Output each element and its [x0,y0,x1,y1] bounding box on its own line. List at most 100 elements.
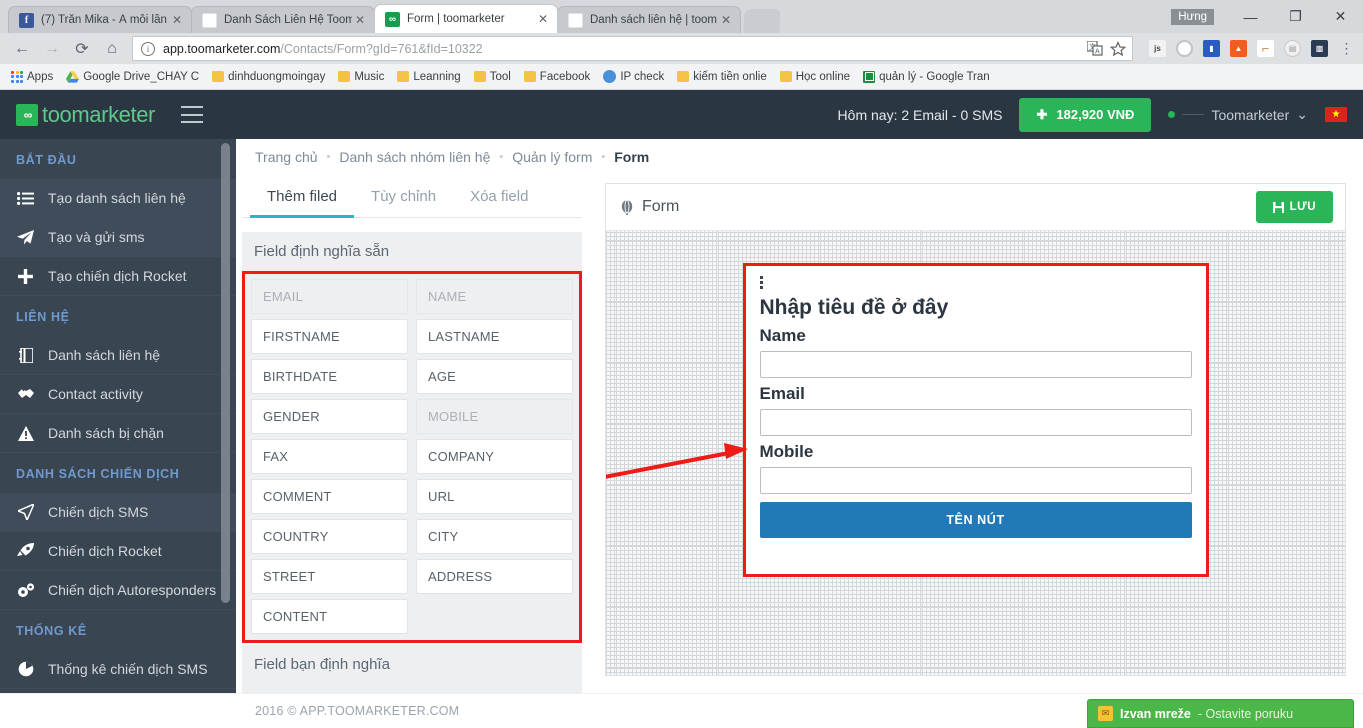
bookmark-apps[interactable]: Apps [6,69,58,85]
save-button[interactable]: LƯU [1255,191,1333,224]
sidebar-item-autoresponders-campaign[interactable]: Chiến dịch Autoresponders [0,571,236,610]
maximize-icon[interactable]: ❐ [1273,0,1318,33]
sidebar-scrollbar[interactable] [221,143,230,603]
close-icon[interactable]: ✕ [535,11,551,27]
bookmark-item[interactable]: Tool [469,69,516,85]
minimize-icon[interactable]: — [1228,0,1273,33]
reload-icon[interactable]: ⟳ [68,35,96,63]
site-info-icon[interactable]: i [141,41,155,56]
field-item[interactable]: URL [416,479,573,515]
archive-icon[interactable]: ▤ [1284,40,1301,57]
browser-tab[interactable]: ∞ Danh sách liên hệ | toom ✕ [557,6,741,33]
target-icon[interactable] [1176,40,1193,57]
sidebar-item-sms-campaign-stats[interactable]: Thống kê chiến dịch SMS [0,650,236,689]
tab-delete-field[interactable]: Xóa field [453,175,545,218]
bookmark-item[interactable]: Music [333,69,389,85]
field-item[interactable]: FAX [251,439,408,475]
chrome-menu-icon[interactable]: ⋮ [1338,40,1355,57]
back-icon[interactable]: ← [8,35,36,63]
user-menu[interactable]: Toomarketer ⌄ [1168,106,1308,123]
footer-copyright: 2016 © APP.TOOMARKETER.COM [255,704,460,718]
window-user-badge[interactable]: Hưng [1171,8,1214,25]
sidebar-item-create-send-sms[interactable]: Tạo và gửi sms [0,218,236,257]
custom-fields-title: Field bạn định nghĩa [242,645,582,685]
home-icon[interactable]: ⌂ [98,35,126,63]
field-item[interactable]: CITY [416,519,573,555]
bookmark-item[interactable]: IP check [598,68,669,85]
form-input-mobile[interactable] [759,467,1192,495]
browser-tab-active[interactable]: ∞ Form | toomarketer ✕ [374,4,558,33]
add-credit-button[interactable]: ✚ 182,920 VNĐ [1019,97,1152,132]
folder-icon [473,71,486,82]
drag-handle-icon[interactable] [759,276,1192,290]
sidebar-item-sms-campaign[interactable]: Chiến dịch SMS [0,493,236,532]
tab-customize[interactable]: Tùy chỉnh [354,175,453,218]
form-input-email[interactable] [759,409,1192,437]
location-arrow-icon [16,504,35,520]
browser-tab[interactable]: f (7) Trăn Mika - À mỗi lần ✕ [8,6,192,33]
browser-tab[interactable]: ∞ Danh Sách Liên Hệ Toom ✕ [191,6,375,33]
form-heading[interactable]: Nhập tiêu đề ở đây [760,296,1192,320]
close-icon[interactable]: ✕ [718,12,734,28]
paper-plane-icon [16,229,35,245]
bookmark-item[interactable]: Leanning [392,69,465,85]
url-input[interactable]: i app.toomarketer.com/Contacts/Form?gId=… [132,36,1133,61]
brand-logo[interactable]: ∞ toomarketer [0,102,236,128]
profile-photo-icon[interactable]: ▩ [1311,40,1328,57]
form-field-label-name[interactable]: Name [760,326,1192,346]
close-icon[interactable]: ✕ [352,12,368,28]
bookmark-item[interactable]: dinhduongmoingay [207,69,330,85]
field-item[interactable]: COUNTRY [251,519,408,555]
sidebar-item-contact-list[interactable]: Danh sách liên hệ [0,336,236,375]
form-card[interactable]: Nhập tiêu đề ở đây Name Email Mobile TÊN… [742,263,1209,578]
field-item[interactable]: FIRSTNAME [251,319,408,355]
close-window-icon[interactable]: ✕ [1318,0,1363,33]
form-input-name[interactable] [759,351,1192,379]
breadcrumb-link-contact-groups[interactable]: Danh sách nhóm liên hệ [339,149,490,165]
field-panel: Thêm filed Tùy chỉnh Xóa field Field địn… [236,175,596,693]
field-item[interactable]: CONTENT [251,599,408,635]
form-submit-button[interactable]: TÊN NÚT [759,502,1192,539]
form-field-label-email[interactable]: Email [760,384,1192,404]
new-tab-button[interactable] [743,9,781,33]
breadcrumb-link-form-management[interactable]: Quản lý form [512,149,592,165]
sidebar-item-blocked-list[interactable]: Danh sách bị chặn [0,414,236,453]
analytics-chart-icon[interactable]: ▲ [1230,40,1247,57]
close-icon[interactable]: ✕ [169,12,185,28]
breadcrumb-link-home[interactable]: Trang chủ [255,149,318,165]
field-item[interactable]: AGE [416,359,573,395]
sidebar-item-label: Chiến dịch Rocket [48,543,162,559]
field-item[interactable]: MOBILE [416,399,573,435]
field-item[interactable]: STREET [251,559,408,595]
translate-icon[interactable]: 文A [1087,41,1103,56]
field-item[interactable]: EMAIL [251,279,408,315]
javascript-toggle-icon[interactable]: js [1149,40,1166,57]
sidebar-item-create-contact-list[interactable]: Tạo danh sách liên hệ [0,179,236,218]
bookmark-item[interactable]: Học online [775,69,855,85]
field-item[interactable]: LASTNAME [416,319,573,355]
field-item[interactable]: NAME [416,279,573,315]
forward-icon[interactable]: → [38,35,66,63]
hamburger-menu-icon[interactable] [180,106,203,123]
handshake-icon [16,387,35,401]
bookmark-item[interactable]: quản lý - Google Tran [858,69,995,85]
field-item[interactable]: COMMENT [251,479,408,515]
sidebar-item-contact-activity[interactable]: Contact activity [0,375,236,414]
language-flag-icon[interactable]: ★ [1325,107,1347,122]
sidebar-item-create-rocket-campaign[interactable]: Tạo chiến dịch Rocket [0,257,236,296]
bookmark-item[interactable]: Google Drive_CHAY C [61,69,204,85]
form-field-label-mobile[interactable]: Mobile [760,442,1192,462]
wrench-icon[interactable]: ⌐ [1257,40,1274,57]
field-item[interactable]: COMPANY [416,439,573,475]
bookmark-item[interactable]: Facebook [519,69,596,85]
tab-add-field[interactable]: Thêm filed [250,175,355,219]
envelope-icon: ✉ [1098,706,1113,721]
field-item[interactable]: GENDER [251,399,408,435]
field-item[interactable]: ADDRESS [416,559,573,595]
field-item[interactable]: BIRTHDATE [251,359,408,395]
sidebar-item-rocket-campaign[interactable]: Chiến dịch Rocket [0,532,236,571]
chat-widget[interactable]: ✉ Izvan mreže - Ostavite poruku [1087,699,1354,728]
bookmark-star-icon[interactable] [1110,40,1126,57]
bookmark-item[interactable]: kiếm tiền onlie [672,69,772,85]
bookmark-manager-icon[interactable]: ▮ [1203,40,1220,57]
